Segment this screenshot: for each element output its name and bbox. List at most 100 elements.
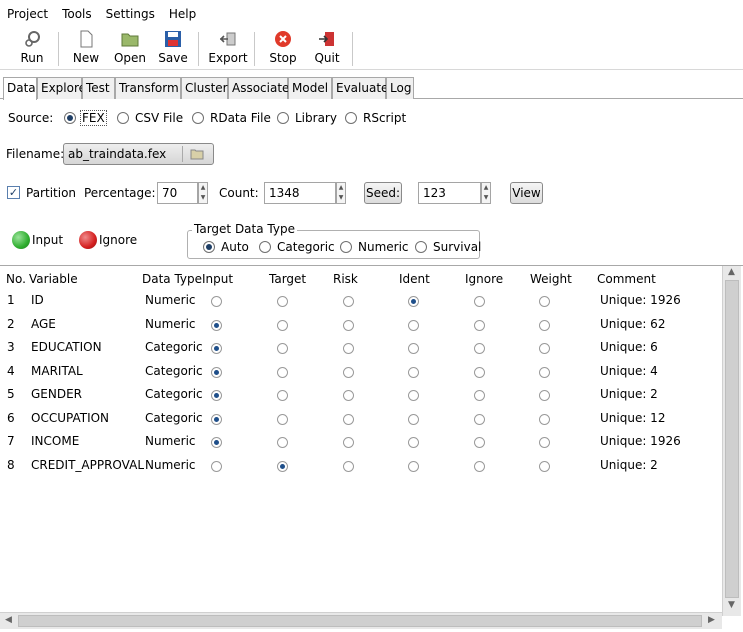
percentage-spinner[interactable]: ▲ ▼ xyxy=(198,182,208,204)
menu-help[interactable]: Help xyxy=(162,4,203,24)
count-spinner[interactable]: ▲ ▼ xyxy=(336,182,346,204)
role-ignore-radio[interactable] xyxy=(474,319,485,331)
tab-evaluate[interactable]: Evaluate xyxy=(332,77,388,99)
role-input-radio[interactable] xyxy=(211,366,222,378)
target-numeric-label[interactable]: Numeric xyxy=(358,240,409,254)
role-weight-radio[interactable] xyxy=(539,413,550,425)
role-weight-radio[interactable] xyxy=(539,343,550,354)
role-ignore-radio[interactable] xyxy=(474,413,485,425)
source-rdata-radio[interactable] xyxy=(192,112,204,124)
role-ident-radio[interactable] xyxy=(408,366,419,378)
role-target-radio[interactable] xyxy=(277,343,288,354)
stop-button[interactable]: Stop xyxy=(263,28,303,68)
role-ident-radio[interactable] xyxy=(408,319,419,331)
menu-settings[interactable]: Settings xyxy=(99,4,162,24)
role-target-radio[interactable] xyxy=(277,296,288,307)
table-row[interactable]: 3 EDUCATION Categoric Unique: 6 xyxy=(0,337,720,360)
role-weight-radio[interactable] xyxy=(539,296,550,307)
role-ignore-radio[interactable] xyxy=(474,460,485,472)
role-risk-radio[interactable] xyxy=(343,296,354,307)
role-weight-radio[interactable] xyxy=(539,366,550,378)
source-library-label[interactable]: Library xyxy=(295,111,337,125)
role-input-radio[interactable] xyxy=(211,296,222,307)
role-input-radio[interactable] xyxy=(211,460,222,472)
role-ignore-radio[interactable] xyxy=(474,296,485,307)
role-ident-radio[interactable] xyxy=(408,390,419,401)
role-target-radio[interactable] xyxy=(277,460,288,472)
role-target-radio[interactable] xyxy=(277,390,288,401)
role-target-radio[interactable] xyxy=(277,437,288,448)
tab-model[interactable]: Model xyxy=(288,77,332,99)
role-ident-radio[interactable] xyxy=(408,296,419,307)
role-input-radio[interactable] xyxy=(211,413,222,425)
role-ident-radio[interactable] xyxy=(408,343,419,354)
role-input-radio[interactable] xyxy=(211,390,222,401)
role-weight-radio[interactable] xyxy=(539,437,550,448)
tab-data[interactable]: Data xyxy=(3,77,37,100)
filename-chooser[interactable]: ab_traindata.fex xyxy=(63,143,214,165)
new-button[interactable]: New xyxy=(66,28,106,68)
role-target-radio[interactable] xyxy=(277,413,288,425)
percentage-input[interactable]: 70 xyxy=(157,182,198,204)
role-weight-radio[interactable] xyxy=(539,460,550,472)
table-row[interactable]: 4 MARITAL Categoric Unique: 4 xyxy=(0,361,720,384)
tab-log[interactable]: Log xyxy=(386,77,414,99)
source-rscript-radio[interactable] xyxy=(345,112,357,124)
target-categoric-label[interactable]: Categoric xyxy=(277,240,335,254)
vertical-scroll-thumb[interactable] xyxy=(725,280,739,598)
role-ident-radio[interactable] xyxy=(408,437,419,448)
target-auto-label[interactable]: Auto xyxy=(221,240,249,254)
menu-tools[interactable]: Tools xyxy=(55,4,99,24)
menu-project[interactable]: Project xyxy=(0,4,55,24)
source-fex-radio[interactable] xyxy=(64,112,76,124)
source-rscript-label[interactable]: RScript xyxy=(363,111,406,125)
role-ignore-radio[interactable] xyxy=(474,366,485,378)
role-ident-radio[interactable] xyxy=(408,460,419,472)
tab-associate[interactable]: Associate xyxy=(228,77,289,99)
source-fex-label[interactable]: FEX xyxy=(80,110,107,126)
source-csv-label[interactable]: CSV File xyxy=(135,111,183,125)
source-csv-radio[interactable] xyxy=(117,112,129,124)
role-risk-radio[interactable] xyxy=(343,437,354,448)
export-button[interactable]: Export xyxy=(208,28,248,68)
role-risk-radio[interactable] xyxy=(343,390,354,401)
horizontal-scroll-thumb[interactable] xyxy=(18,615,702,627)
role-risk-radio[interactable] xyxy=(343,413,354,425)
role-risk-radio[interactable] xyxy=(343,319,354,331)
role-risk-radio[interactable] xyxy=(343,460,354,472)
seed-button[interactable]: Seed: xyxy=(364,182,402,204)
seed-spinner[interactable]: ▲ ▼ xyxy=(481,182,491,204)
role-ignore-radio[interactable] xyxy=(474,343,485,354)
role-target-radio[interactable] xyxy=(277,319,288,331)
role-input-radio[interactable] xyxy=(211,319,222,331)
target-auto-radio[interactable] xyxy=(203,241,215,253)
open-button[interactable]: Open xyxy=(110,28,150,68)
tab-cluster[interactable]: Cluster xyxy=(181,77,228,99)
target-survival-radio[interactable] xyxy=(415,241,427,253)
role-weight-radio[interactable] xyxy=(539,319,550,331)
tab-transform[interactable]: Transform xyxy=(115,77,181,99)
scroll-up-icon[interactable]: ▲ xyxy=(728,267,735,277)
target-numeric-radio[interactable] xyxy=(340,241,352,253)
role-ignore-radio[interactable] xyxy=(474,390,485,401)
table-row[interactable]: 8 CREDIT_APPROVAL Numeric Unique: 2 xyxy=(0,455,720,478)
role-input-radio[interactable] xyxy=(211,343,222,354)
save-button[interactable]: Save xyxy=(153,28,193,68)
table-row[interactable]: 7 INCOME Numeric Unique: 1926 xyxy=(0,431,720,454)
tab-explore[interactable]: Explore xyxy=(37,77,86,99)
partition-checkbox[interactable]: ✓ xyxy=(7,186,20,199)
scroll-right-icon[interactable]: ▶ xyxy=(708,615,715,625)
target-survival-label[interactable]: Survival xyxy=(433,240,481,254)
role-input-radio[interactable] xyxy=(211,437,222,448)
role-weight-radio[interactable] xyxy=(539,390,550,401)
role-risk-radio[interactable] xyxy=(343,343,354,354)
table-row[interactable]: 1 ID Numeric Unique: 1926 xyxy=(0,290,720,313)
table-row[interactable]: 2 AGE Numeric Unique: 62 xyxy=(0,314,720,337)
run-button[interactable]: Run xyxy=(12,28,52,68)
role-ignore-radio[interactable] xyxy=(474,437,485,448)
role-risk-radio[interactable] xyxy=(343,366,354,378)
vertical-scrollbar[interactable]: ▲ ▼ xyxy=(722,266,741,616)
view-button[interactable]: View xyxy=(510,182,543,204)
role-ident-radio[interactable] xyxy=(408,413,419,425)
quit-button[interactable]: Quit xyxy=(307,28,347,68)
